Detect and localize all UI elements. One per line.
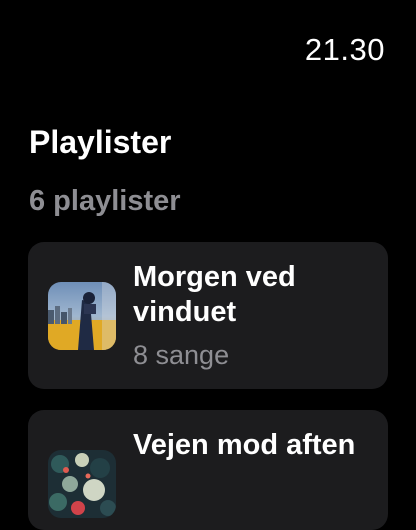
playlist-card-morgen-ved-vinduet[interactable]: Morgen ved vinduet 8 sange	[28, 242, 388, 389]
playlist-card-vejen-mod-aften[interactable]: Vejen mod aften	[28, 410, 388, 530]
status-time: 21.30	[304, 32, 385, 67]
playlist-title: Vejen mod aften	[133, 429, 356, 461]
page-title: Playlister	[29, 124, 172, 160]
playlist-count: 6 playlister	[29, 185, 181, 217]
playlist-song-count: 8 sange	[133, 340, 230, 370]
playlist-artwork	[48, 450, 116, 518]
playlist-artwork	[48, 282, 116, 350]
playlist-title: Morgen ved vinduet	[133, 261, 296, 328]
